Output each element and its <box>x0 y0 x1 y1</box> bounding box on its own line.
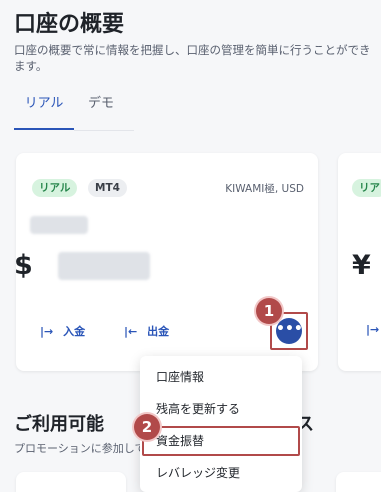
tab-divider <box>74 130 134 131</box>
step-marker-1: 1 <box>256 298 282 324</box>
promo-card-right <box>336 472 381 492</box>
second-currency-symbol: ¥ <box>352 250 371 281</box>
section-subtitle: プロモーションに参加して <box>14 442 146 455</box>
second-real-badge: リア <box>352 179 381 197</box>
page-title: 口座の概要 <box>14 12 125 37</box>
real-badge: リアル <box>32 179 78 197</box>
section-title: ご利用可能 <box>14 414 104 435</box>
step-marker-2: 2 <box>134 414 160 440</box>
tab-real[interactable]: リアル <box>14 92 74 130</box>
more-options-button[interactable]: ••• <box>276 318 303 344</box>
balance-amount-blurred <box>58 252 150 280</box>
account-type-label: KIWAMI極, USD <box>225 183 304 195</box>
deposit-link[interactable]: |→ 入金 <box>40 323 85 339</box>
second-deposit-icon: |→ <box>366 323 380 336</box>
promo-card-left <box>16 472 126 492</box>
account-number-blurred <box>30 216 88 234</box>
menu-item-leverage-change[interactable]: レバレッジ変更 <box>140 458 302 488</box>
platform-badge: MT4 <box>88 179 127 197</box>
withdraw-label: 出金 <box>147 325 170 338</box>
tab-demo[interactable]: デモ <box>86 92 116 130</box>
account-options-menu: 口座情報 残高を更新する 資金振替 レバレッジ変更 <box>140 356 302 492</box>
account-tabs: リアル デモ <box>14 92 134 132</box>
withdraw-arrow-icon: |← <box>124 325 138 338</box>
menu-item-account-info[interactable]: 口座情報 <box>140 362 302 392</box>
page-subtitle: 口座の概要で常に情報を把握し、口座の管理を簡単に行うことができます。 <box>14 43 371 73</box>
deposit-arrow-icon: |→ <box>40 325 54 338</box>
withdraw-link[interactable]: |← 出金 <box>124 323 169 339</box>
fund-transfer-highlight <box>142 426 300 456</box>
second-account-card: リア ¥ |→ <box>338 153 381 371</box>
menu-item-refresh-balance[interactable]: 残高を更新する <box>140 394 302 424</box>
balance-currency-symbol: $ <box>14 250 33 281</box>
deposit-label: 入金 <box>63 325 86 338</box>
